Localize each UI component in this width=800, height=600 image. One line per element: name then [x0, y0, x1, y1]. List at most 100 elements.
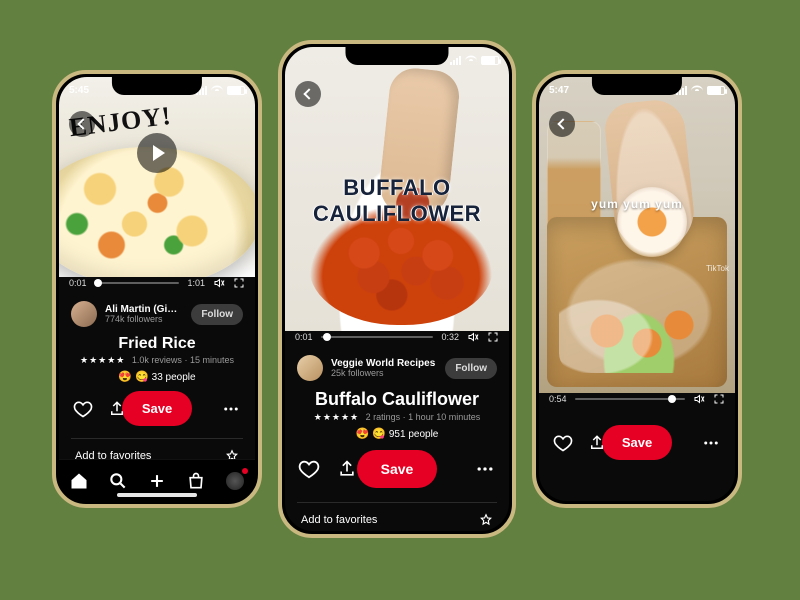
recipe-duration: 15 minutes [190, 355, 234, 365]
more-button[interactable] [473, 457, 497, 481]
pin-stats: ★★★★★ 2 ratings · 1 hour 10 minutes [297, 412, 497, 423]
mute-button[interactable] [693, 393, 705, 405]
author-followers: 774k followers [105, 315, 183, 325]
like-button[interactable] [71, 397, 95, 421]
save-button[interactable]: Save [357, 450, 438, 488]
reaction-count: 951 people [389, 429, 439, 440]
status-indicators [676, 85, 725, 95]
nav-search[interactable] [107, 470, 129, 492]
like-button[interactable] [297, 457, 321, 481]
status-indicators [196, 85, 245, 95]
review-count: 2 ratings [366, 412, 401, 422]
like-button[interactable] [551, 431, 575, 455]
reactions[interactable]: 😍 😋 951 people [297, 427, 497, 440]
scrub-track[interactable] [321, 336, 434, 338]
pin-stats: ★★★★★ 1.0k reviews · 15 minutes [71, 355, 243, 366]
nav-create[interactable] [146, 470, 168, 492]
fullscreen-button[interactable] [233, 277, 245, 289]
wifi-icon [465, 55, 477, 65]
star-rating: ★★★★★ [314, 412, 359, 422]
nav-shop[interactable] [185, 470, 207, 492]
scrub-track[interactable] [575, 398, 685, 400]
phone-mockup-left: 5:45 ENJOY! 0:01 1:01 [52, 70, 262, 508]
pin-title: Fried Rice [71, 335, 243, 353]
scrub-time-end: 0:32 [441, 332, 459, 342]
save-button[interactable]: Save [602, 425, 672, 460]
nav-home[interactable] [68, 470, 90, 492]
wifi-icon [691, 85, 703, 95]
signal-icon [450, 56, 461, 65]
status-time: 5:45 [69, 85, 89, 96]
share-button[interactable] [105, 397, 129, 421]
home-indicator [117, 493, 197, 497]
pin-metadata: Veggie World Recipes 25k followers Follo… [285, 347, 509, 531]
chevron-left-icon [77, 118, 88, 129]
battery-icon [707, 86, 725, 95]
wifi-icon [211, 85, 223, 95]
back-button[interactable] [295, 81, 321, 107]
author-block[interactable]: Ali Martin (Gimme Some Oven) 774k follow… [71, 301, 183, 327]
battery-icon [481, 56, 499, 65]
follow-button[interactable]: Follow [445, 358, 497, 379]
video-scrubber[interactable]: 0:54 [549, 393, 725, 405]
list-item[interactable]: Add to favorites [297, 503, 497, 531]
play-icon [153, 145, 165, 161]
scrub-track[interactable] [95, 282, 180, 284]
star-rating: ★★★★★ [80, 355, 125, 365]
video-overlay-text: BUFFALO CAULIFLOWER [295, 175, 499, 227]
reactions[interactable]: 😍 😋 33 people [71, 370, 243, 383]
play-button[interactable] [137, 133, 177, 173]
scrub-knob[interactable] [668, 395, 676, 403]
share-button[interactable] [585, 431, 609, 455]
save-button[interactable]: Save [122, 391, 192, 426]
list-item-label: Add to favorites [301, 514, 377, 526]
scrub-time-end: 1:01 [187, 278, 205, 288]
follow-button[interactable]: Follow [191, 304, 243, 325]
share-button[interactable] [335, 457, 359, 481]
device-notch [112, 77, 202, 95]
fullscreen-button[interactable] [713, 393, 725, 405]
author-name: Veggie World Recipes [331, 358, 435, 369]
mute-button[interactable] [213, 277, 225, 289]
author-followers: 25k followers [331, 369, 435, 379]
scrub-knob[interactable] [94, 279, 102, 287]
device-notch [345, 47, 448, 65]
nav-profile[interactable] [224, 470, 246, 492]
phone-mockup-center: BUFFALO CAULIFLOWER 0:01 0:32 Veggie Wor… [278, 40, 516, 538]
scrub-knob[interactable] [323, 333, 331, 341]
chevron-left-icon [303, 88, 314, 99]
pin-video[interactable]: BUFFALO CAULIFLOWER [285, 47, 509, 331]
pin-video[interactable]: yum yum yum TikTok [539, 77, 735, 393]
battery-icon [227, 86, 245, 95]
scrub-time-start: 0:54 [549, 394, 567, 404]
chevron-left-icon [557, 118, 568, 129]
reaction-emoji: 😍 😋 [356, 428, 386, 440]
bottom-nav [59, 459, 255, 501]
action-row: Save [551, 425, 723, 460]
reaction-emoji: 😍 😋 [118, 371, 148, 383]
pin-title: Buffalo Cauliflower [297, 389, 497, 410]
video-scrubber[interactable]: 0:01 0:32 [295, 331, 499, 343]
author-name: Ali Martin (Gimme Some Oven) [105, 304, 183, 315]
avatar [71, 301, 97, 327]
pin-video[interactable]: ENJOY! [59, 77, 255, 277]
video-overlay-text: yum yum yum [539, 197, 735, 211]
back-button[interactable] [549, 111, 575, 137]
star-outline-icon [479, 513, 493, 527]
scrub-time-start: 0:01 [295, 332, 313, 342]
avatar [297, 355, 323, 381]
back-button[interactable] [69, 111, 95, 137]
phone-mockup-right: 5:47 yum yum yum TikTok 0:54 [532, 70, 742, 508]
video-scrubber[interactable]: 0:01 1:01 [69, 277, 245, 289]
mute-button[interactable] [467, 331, 479, 343]
status-time: 5:47 [549, 85, 569, 96]
device-notch [592, 77, 682, 95]
fullscreen-button[interactable] [487, 331, 499, 343]
more-button[interactable] [699, 431, 723, 455]
status-indicators [450, 55, 499, 65]
video-content [559, 253, 719, 373]
scrub-time-start: 0:01 [69, 278, 87, 288]
author-block[interactable]: Veggie World Recipes 25k followers [297, 355, 435, 381]
more-button[interactable] [219, 397, 243, 421]
watermark: TikTok [706, 264, 729, 273]
